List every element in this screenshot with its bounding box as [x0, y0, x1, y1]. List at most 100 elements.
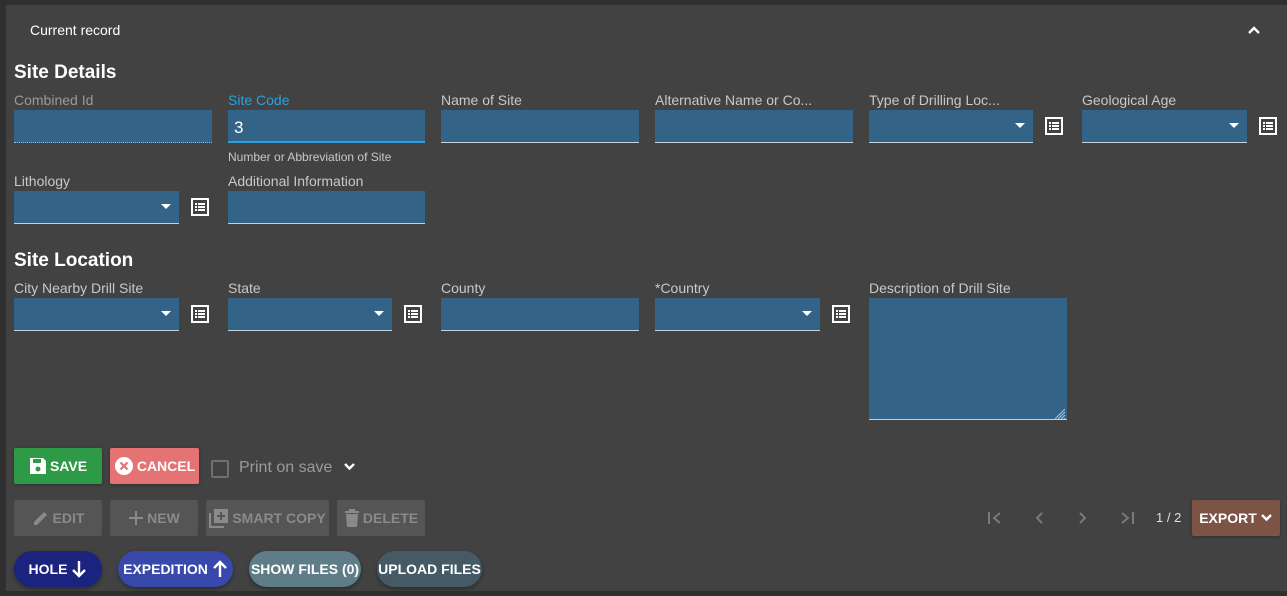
combined-id-label: Combined Id — [14, 92, 94, 108]
print-options-chevron-down-icon[interactable] — [343, 462, 356, 472]
geological-age-field: Geological Age — [1082, 92, 1282, 152]
expedition-button[interactable]: EXPEDITION — [118, 551, 233, 587]
last-page-button[interactable] — [1112, 503, 1142, 533]
first-page-button[interactable] — [980, 503, 1010, 533]
dropdown-arrow-icon — [1015, 123, 1025, 128]
panel-header[interactable]: Current record — [6, 5, 1287, 55]
dropdown-arrow-icon — [1229, 123, 1239, 128]
expedition-label: EXPEDITION — [123, 561, 208, 577]
new-label: NEW — [147, 510, 180, 526]
next-page-button[interactable] — [1068, 503, 1098, 533]
edit-label: EDIT — [52, 510, 85, 526]
dropdown-arrow-icon — [161, 204, 171, 209]
hole-label: HOLE — [28, 561, 68, 577]
lithology-select[interactable] — [14, 191, 179, 224]
site-code-label: Site Code — [228, 92, 290, 108]
county-input[interactable] — [441, 298, 639, 331]
alternative-name-label: Alternative Name or Co... — [655, 92, 813, 108]
county-field: County — [441, 280, 639, 340]
country-select[interactable] — [655, 298, 820, 331]
combined-id-field: Combined Id — [14, 92, 212, 152]
pencil-icon — [33, 512, 47, 525]
current-record-panel: Current record Site Details Combined Id … — [6, 5, 1287, 591]
smart-copy-button[interactable]: SMART COPY — [206, 500, 329, 536]
section-title-site-location: Site Location — [14, 250, 134, 271]
trash-icon — [344, 509, 359, 527]
description-label: Description of Drill Site — [869, 280, 1011, 296]
cancel-circle-icon — [114, 457, 133, 475]
show-files-button[interactable]: SHOW FILES (0) — [249, 551, 361, 587]
type-of-drilling-select[interactable] — [869, 110, 1033, 143]
export-label: EXPORT — [1199, 510, 1257, 526]
resize-handle-icon[interactable] — [1054, 408, 1066, 420]
plus-icon — [129, 511, 144, 525]
hole-button[interactable]: HOLE — [14, 551, 102, 587]
list-icon[interactable] — [404, 305, 422, 323]
upload-files-button[interactable]: UPLOAD FILES — [377, 551, 482, 587]
cancel-button[interactable]: CANCEL — [110, 448, 199, 484]
state-label: State — [228, 280, 261, 296]
delete-button[interactable]: DELETE — [337, 500, 425, 536]
list-icon[interactable] — [832, 305, 850, 323]
chevron-right-icon — [1079, 512, 1087, 524]
alternative-name-input[interactable] — [655, 110, 853, 143]
name-of-site-label: Name of Site — [441, 92, 522, 108]
save-button[interactable]: SAVE — [14, 448, 102, 484]
cancel-label: CANCEL — [136, 458, 196, 474]
site-code-field: Site Code Number or Abbreviation of Site — [228, 92, 425, 172]
arrow-down-icon — [72, 561, 87, 578]
dropdown-arrow-icon — [161, 311, 171, 316]
dropdown-arrow-icon — [802, 311, 812, 316]
geological-age-label: Geological Age — [1082, 92, 1177, 108]
page-indicator: 1 / 2 — [1156, 510, 1182, 525]
additional-information-label: Additional Information — [228, 173, 364, 189]
panel-title: Current record — [30, 22, 121, 38]
description-textarea[interactable] — [869, 298, 1067, 420]
lithology-label: Lithology — [14, 173, 71, 189]
chevron-up-icon — [1248, 26, 1260, 34]
smart-copy-label: SMART COPY — [232, 510, 326, 526]
lithology-field: Lithology — [14, 173, 180, 233]
state-field: State — [228, 280, 394, 340]
city-nearby-label: City Nearby Drill Site — [14, 280, 144, 296]
list-icon[interactable] — [191, 305, 209, 323]
type-of-drilling-field: Type of Drilling Loc... — [869, 92, 1069, 152]
additional-information-field: Additional Information — [228, 173, 425, 233]
arrow-up-icon — [213, 560, 227, 577]
city-nearby-select[interactable] — [14, 298, 179, 331]
save-label: SAVE — [49, 458, 88, 474]
dropdown-arrow-icon — [374, 311, 384, 316]
collapse-button[interactable] — [1241, 17, 1267, 43]
site-code-input[interactable] — [228, 110, 425, 143]
new-button[interactable]: NEW — [110, 500, 198, 536]
site-code-helper: Number or Abbreviation of Site — [228, 150, 392, 164]
previous-page-button[interactable] — [1024, 503, 1054, 533]
list-icon[interactable] — [191, 198, 209, 216]
country-field: *Country — [655, 280, 821, 340]
chevron-down-icon — [1260, 514, 1272, 522]
export-button[interactable]: EXPORT — [1192, 500, 1280, 536]
state-select[interactable] — [228, 298, 392, 331]
section-title-site-details: Site Details — [14, 62, 117, 83]
combined-id-input[interactable] — [14, 110, 212, 143]
geological-age-select[interactable] — [1082, 110, 1247, 143]
city-nearby-field: City Nearby Drill Site — [14, 280, 180, 340]
last-page-icon — [1121, 512, 1134, 524]
delete-label: DELETE — [362, 510, 419, 526]
list-icon[interactable] — [1259, 117, 1277, 135]
show-files-label: SHOW FILES (0) — [250, 561, 360, 577]
country-label: *Country — [655, 280, 710, 296]
alternative-name-field: Alternative Name or Co... — [655, 92, 853, 152]
list-icon[interactable] — [1045, 117, 1063, 135]
name-of-site-input[interactable] — [441, 110, 639, 143]
name-of-site-field: Name of Site — [441, 92, 639, 152]
county-label: County — [441, 280, 486, 296]
upload-files-label: UPLOAD FILES — [378, 561, 481, 577]
description-field: Description of Drill Site — [869, 280, 1067, 422]
first-page-icon — [988, 512, 1001, 524]
print-on-save-checkbox[interactable] — [211, 460, 229, 478]
edit-button[interactable]: EDIT — [14, 500, 102, 536]
library-add-icon — [209, 509, 229, 528]
floppy-disk-icon — [29, 458, 46, 474]
additional-information-input[interactable] — [228, 191, 425, 224]
